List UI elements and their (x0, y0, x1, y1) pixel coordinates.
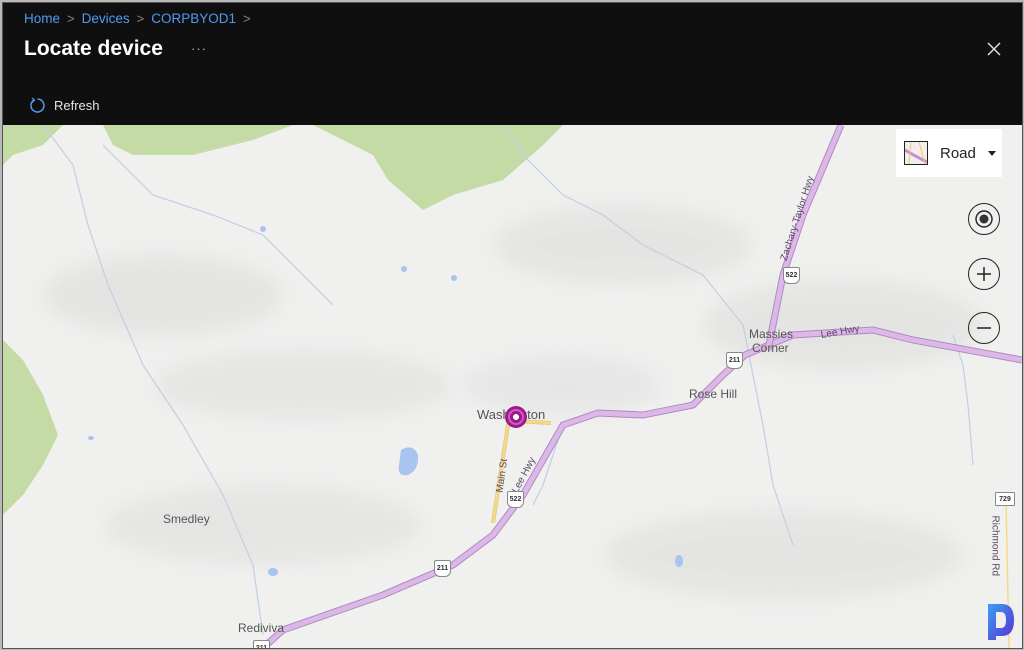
plus-icon (977, 267, 991, 281)
forest-area (3, 340, 58, 515)
road-map-thumbnail-icon (904, 141, 928, 165)
device-location-pin[interactable] (505, 406, 527, 428)
pond (268, 568, 278, 576)
refresh-icon (30, 97, 45, 113)
state-route-729-shield: 729 (995, 492, 1015, 506)
terrain-shading (43, 205, 983, 600)
close-icon[interactable] (986, 41, 1002, 57)
breadcrumb: Home > Devices > CORPBYOD1 > (24, 11, 258, 26)
map-style-dropdown[interactable]: Road (896, 129, 1002, 177)
forest-area (313, 125, 563, 210)
refresh-label: Refresh (54, 98, 100, 113)
forest-area (3, 125, 63, 165)
breadcrumb-devices[interactable]: Devices (82, 11, 130, 26)
chevron-down-icon (987, 150, 996, 156)
zoom-out-button[interactable] (968, 312, 1000, 344)
us-route-211-shield: 211 (726, 352, 743, 369)
us-route-522-shield: 522 (783, 267, 800, 284)
place-label-rediviva: Rediviva (238, 621, 285, 635)
zoom-in-button[interactable] (968, 258, 1000, 290)
chevron-right-icon: > (136, 11, 145, 26)
pond (88, 436, 94, 440)
chevron-right-icon: > (243, 11, 251, 26)
us-route-522-shield: 522 (507, 491, 524, 508)
place-label-smedley: Smedley (163, 512, 210, 526)
locate-device-window: Home > Devices > CORPBYOD1 > Locate devi… (2, 2, 1023, 649)
map-base-layer (3, 125, 1022, 648)
target-icon (975, 210, 993, 228)
pond (260, 226, 266, 232)
pond (451, 275, 457, 281)
watermark-logo-icon (988, 604, 1014, 640)
us-route-211-shield: 211 (434, 560, 451, 577)
page-title: Locate device (24, 37, 163, 60)
breadcrumb-home[interactable]: Home (24, 11, 60, 26)
forest-area (103, 125, 293, 155)
map-style-label: Road (940, 144, 976, 162)
place-label-massies: Massies (749, 327, 794, 341)
place-label-corner: Corner (752, 341, 789, 355)
minus-icon (977, 327, 991, 329)
place-label-rose-hill: Rose Hill (689, 387, 738, 401)
locate-me-button[interactable] (968, 203, 1000, 235)
pond (675, 555, 683, 567)
map-canvas[interactable]: Washington Massies Corner Rose Hill Smed… (3, 125, 1022, 648)
blade-header: Home > Devices > CORPBYOD1 > Locate devi… (3, 3, 1022, 125)
pond (401, 266, 407, 272)
refresh-button[interactable]: Refresh (29, 97, 100, 114)
pond (398, 447, 419, 476)
us-route-211-shield: 211 (253, 640, 270, 648)
breadcrumb-device[interactable]: CORPBYOD1 (151, 11, 236, 26)
road-label-richmond-rd: Richmond Rd (989, 515, 1001, 577)
more-options-button[interactable]: ··· (191, 41, 207, 56)
chevron-right-icon: > (67, 11, 75, 26)
